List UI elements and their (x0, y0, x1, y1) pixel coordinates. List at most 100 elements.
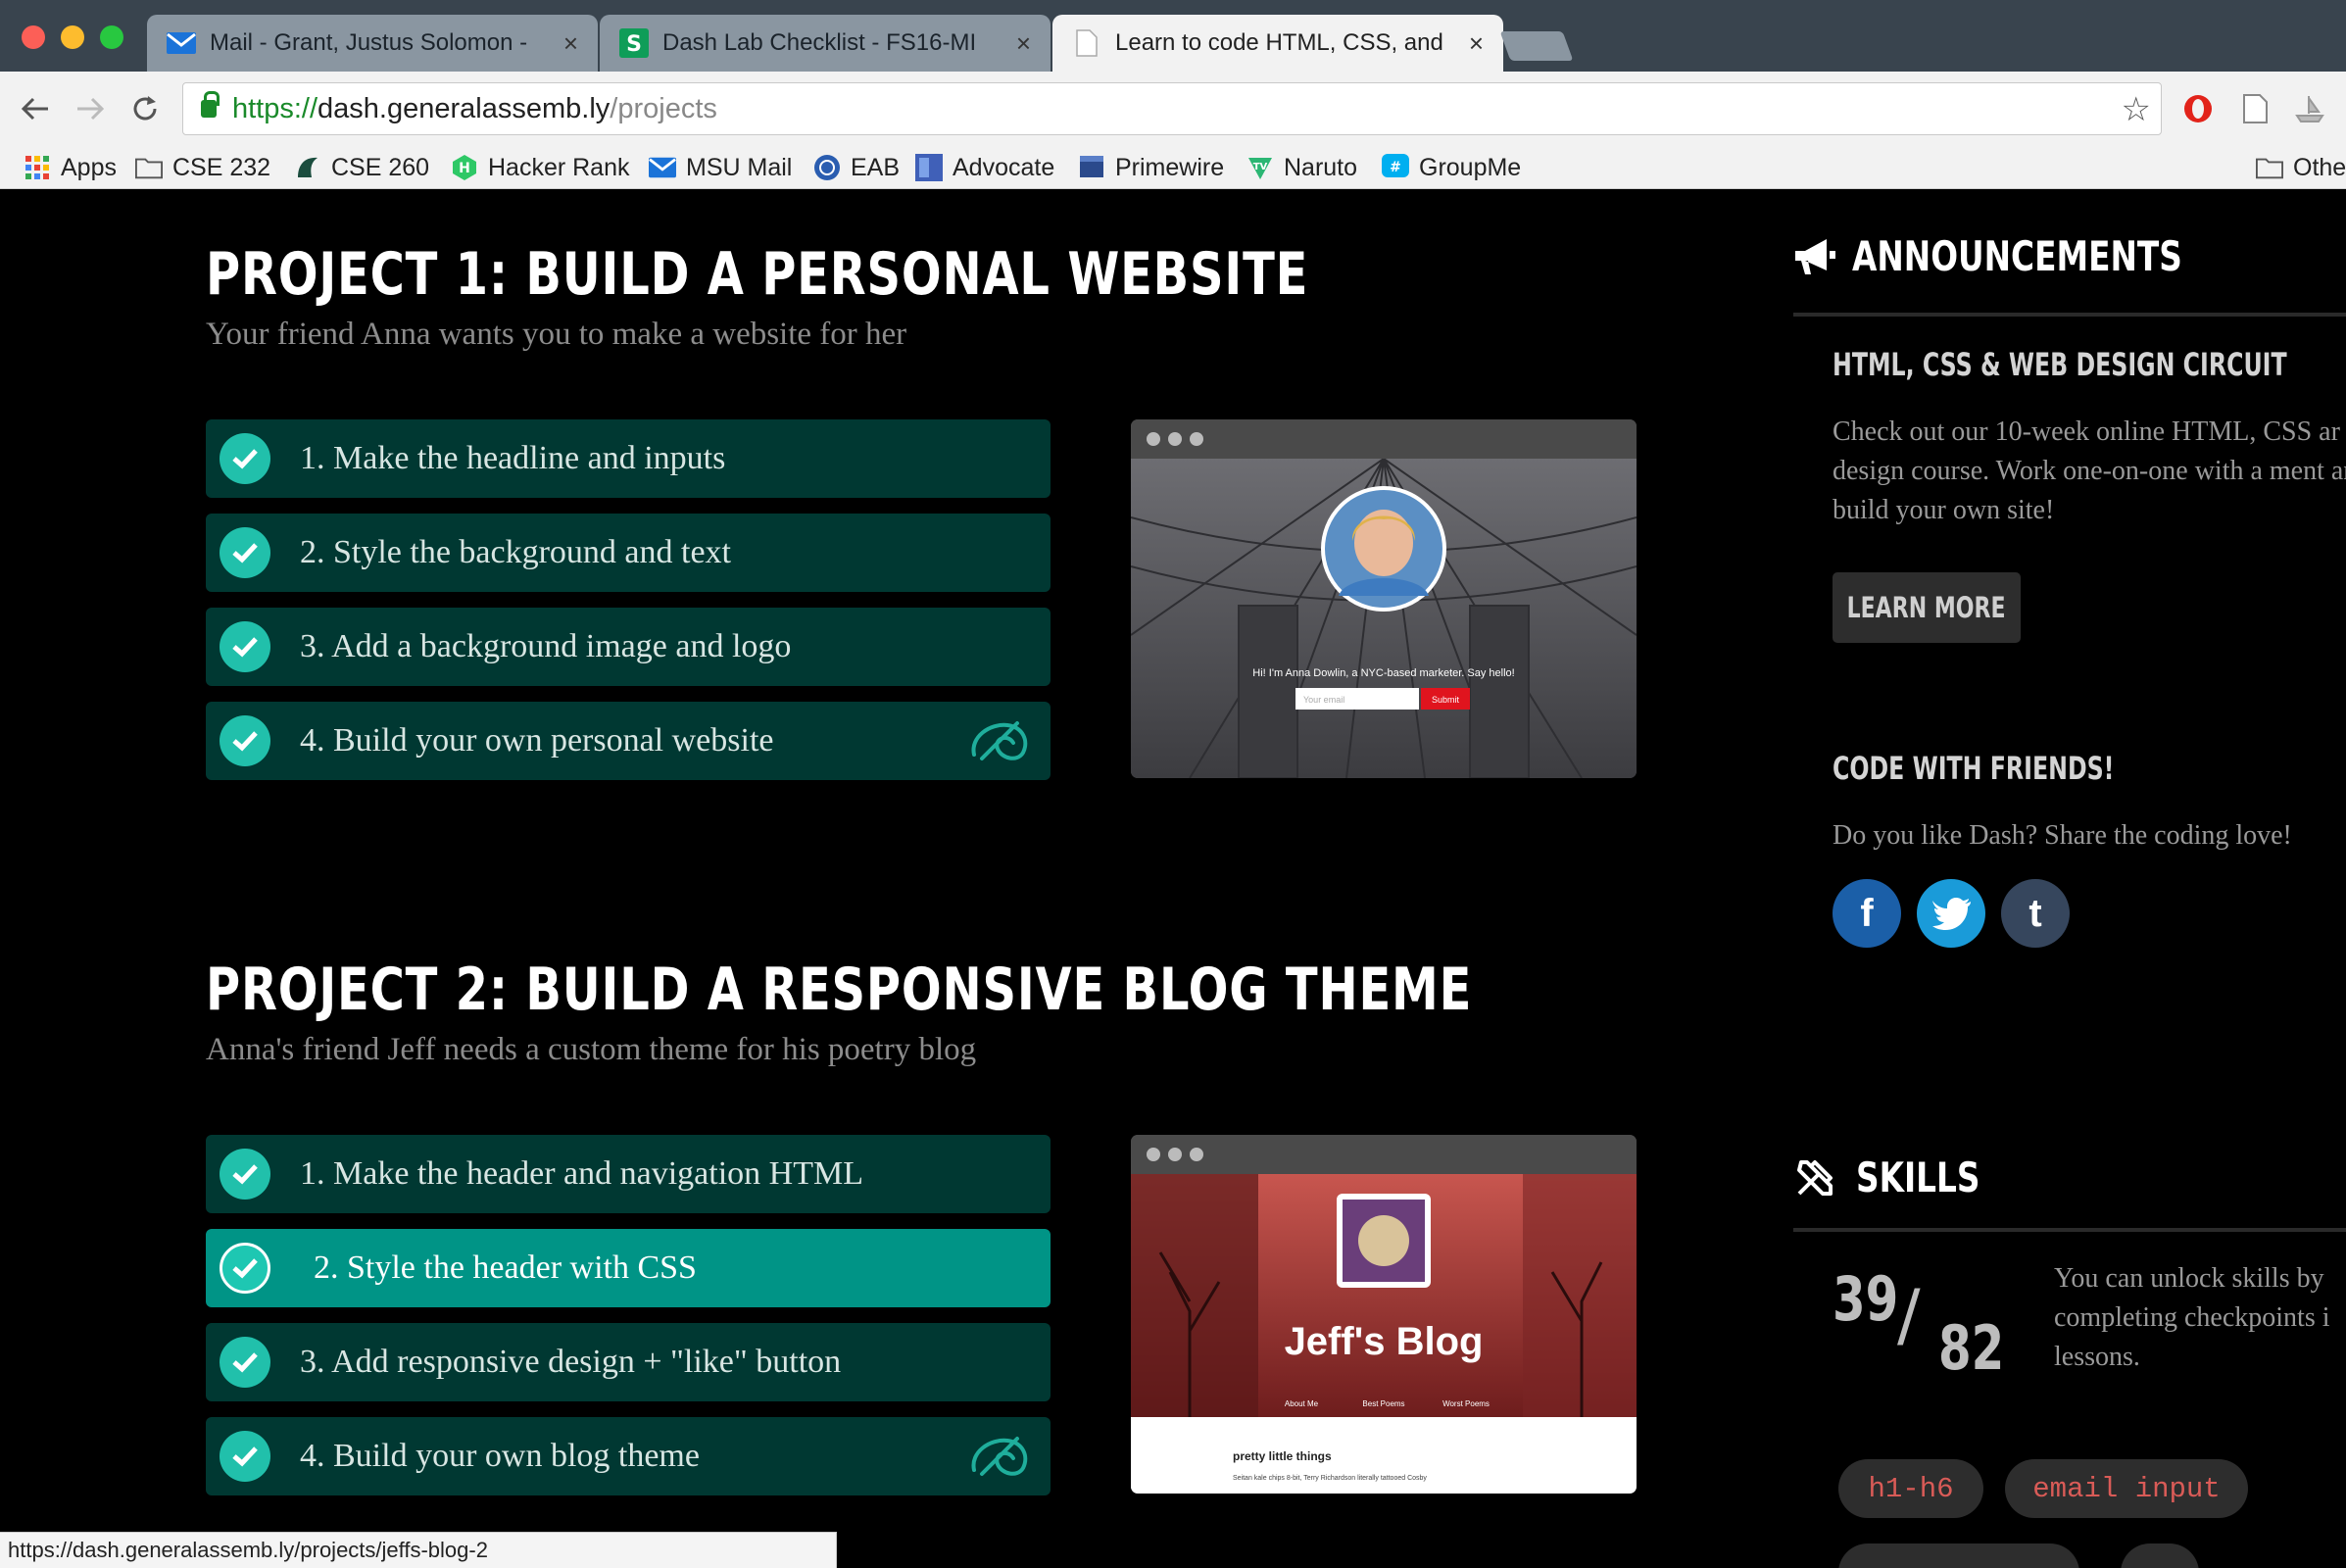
project-2-title: PROJECT 2: BUILD A RESPONSIVE BLOG THEME (206, 956, 1473, 1024)
project-1-step-2[interactable]: 2. Style the background and text (206, 514, 1051, 592)
code-with-friends-title: CODE WITH FRIENDS! (1833, 750, 2115, 787)
announcement-title: HTML, CSS & WEB DESIGN CIRCUIT (1833, 346, 2287, 383)
project-1-subtitle: Your friend Anna wants you to make a web… (206, 317, 907, 352)
bookmark-other[interactable]: Othe (2256, 148, 2346, 187)
announcement-text: Check out our 10-week online HTML, CSS a… (1833, 416, 2346, 525)
tab-mail[interactable]: Mail - Grant, Justus Solomon - × (147, 15, 598, 72)
bookmark-eab[interactable]: EAB (813, 148, 900, 187)
checkmark-icon (220, 1243, 270, 1294)
preview-window-bar (1131, 1135, 1637, 1174)
tumblr-icon: t (2028, 891, 2042, 935)
checkmark-icon (220, 1149, 270, 1200)
bookmark-label: Advocate (953, 153, 1055, 181)
checkmark-icon (220, 527, 270, 578)
dash-badge-icon (971, 721, 1028, 760)
bookmarks-bar: Apps CSE 232 CSE 260 H Hacker Rank MSU Ma… (0, 146, 2346, 189)
skill-tag[interactable] (1838, 1544, 2079, 1568)
forward-icon[interactable] (71, 89, 110, 128)
skills-slash: / (1897, 1275, 1921, 1355)
bookmark-label: Primewire (1115, 153, 1225, 181)
preview-post-title: pretty little things (1233, 1449, 1332, 1463)
divider (1793, 1228, 2346, 1232)
bookmark-apps[interactable]: Apps (24, 148, 117, 187)
groupme-icon: # (1382, 154, 1409, 181)
spreadsheet-icon: S (619, 28, 649, 58)
new-tab-button[interactable] (1499, 31, 1574, 61)
bookmark-cse-260[interactable]: CSE 260 (294, 148, 429, 187)
reload-icon[interactable] (125, 89, 165, 128)
checkmark-icon (220, 433, 270, 484)
announcements-heading: ANNOUNCEMENTS (1793, 232, 2275, 280)
url-host: dash.generalassemb.ly (318, 92, 611, 124)
svg-text:TV: TV (1253, 162, 1268, 172)
close-tab-icon[interactable]: × (1016, 28, 1031, 59)
svg-text:S: S (626, 32, 642, 57)
folder-icon (2256, 154, 2283, 181)
skill-tag-h1-h6[interactable]: h1-h6 (1838, 1459, 1983, 1518)
project-1-preview[interactable]: Hi! I'm Anna Dowlin, a NYC-based markete… (1131, 419, 1637, 778)
divider (1793, 313, 2346, 317)
step-label: 1. Make the header and navigation HTML (300, 1155, 863, 1192)
bookmark-label: MSU Mail (686, 153, 793, 181)
preview-nav-2: Best Poems (1362, 1399, 1404, 1408)
project-1-step-4[interactable]: 4. Build your own personal website (206, 702, 1051, 780)
project-2-step-2[interactable]: 2. Style the header with CSS (206, 1229, 1051, 1307)
project-1-step-3[interactable]: 3. Add a background image and logo (206, 608, 1051, 686)
hackerrank-icon: H (451, 154, 478, 181)
bookmark-cse-232[interactable]: CSE 232 (135, 148, 270, 187)
project-2-step-3[interactable]: 3. Add responsive design + "like" button (206, 1323, 1051, 1401)
skills-heading-text: SKILLS (1856, 1153, 1980, 1201)
secure-lock-icon (201, 91, 220, 118)
bookmark-star-icon[interactable]: ☆ (2122, 90, 2151, 129)
close-tab-icon[interactable]: × (563, 28, 578, 59)
back-icon[interactable] (16, 89, 55, 128)
ship-extension-icon[interactable] (2293, 92, 2326, 125)
bookmark-naruto[interactable]: TV Naruto (1246, 148, 1357, 187)
facebook-share-button[interactable]: f (1833, 879, 1901, 948)
learn-more-button[interactable]: LEARN MORE (1833, 572, 2021, 643)
checkmark-icon (220, 1431, 270, 1482)
zoom-window-button[interactable] (100, 25, 123, 49)
checkmark-icon (220, 1337, 270, 1388)
close-tab-icon[interactable]: × (1469, 28, 1484, 59)
bookmark-label: Apps (61, 153, 117, 181)
preview-email-placeholder: Your email (1303, 695, 1344, 705)
preview-nav-1: About Me (1285, 1399, 1319, 1408)
megaphone-icon (1795, 238, 1835, 274)
bookmark-advocate[interactable]: Advocate (915, 148, 1054, 187)
url-path: /projects (610, 92, 717, 124)
step-label: 1. Make the headline and inputs (300, 440, 726, 476)
announcements-heading-text: ANNOUNCEMENTS (1852, 232, 2182, 280)
mail-icon (167, 28, 196, 58)
code-with-friends-text: Do you like Dash? Share the coding love! (1833, 820, 2292, 851)
project-1-step-1[interactable]: 1. Make the headline and inputs (206, 419, 1051, 498)
film-icon (1078, 154, 1105, 181)
tools-icon (1797, 1159, 1833, 1196)
checkmark-icon (220, 621, 270, 672)
bookmark-label: Othe (2293, 153, 2346, 181)
bookmark-hacker-rank[interactable]: H Hacker Rank (451, 148, 630, 187)
document-extension-icon[interactable] (2238, 92, 2272, 125)
preview-blog-title: Jeff's Blog (1285, 1320, 1484, 1363)
project-2-step-1[interactable]: 1. Make the header and navigation HTML (206, 1135, 1051, 1213)
tumblr-share-button[interactable]: t (2001, 879, 2070, 948)
checkmark-icon (220, 715, 270, 766)
skill-tag-email-input[interactable]: email input (2005, 1459, 2248, 1518)
project-2-preview[interactable]: Jeff's Blog About Me Best Poems Worst Po… (1131, 1135, 1637, 1494)
project-2-step-4[interactable]: 4. Build your own blog theme (206, 1417, 1051, 1495)
twitter-share-button[interactable] (1917, 879, 1985, 948)
tab-dash-lab-checklist[interactable]: S Dash Lab Checklist - FS16-MI × (600, 15, 1051, 72)
tab-learn-to-code[interactable]: Learn to code HTML, CSS, and × (1052, 15, 1503, 72)
bookmark-label: EAB (851, 153, 901, 181)
bookmark-primewire[interactable]: Primewire (1078, 148, 1224, 187)
bookmark-groupme[interactable]: # GroupMe (1382, 148, 1521, 187)
bookmark-msu-mail[interactable]: MSU Mail (649, 148, 792, 187)
address-bar[interactable]: https://dash.generalassemb.ly/projects ☆ (182, 82, 2162, 135)
eab-icon (813, 154, 841, 181)
project-2-subtitle: Anna's friend Jeff needs a custom theme … (206, 1032, 977, 1067)
minimize-window-button[interactable] (61, 25, 84, 49)
tv-icon: TV (1246, 154, 1274, 181)
opera-extension-icon[interactable] (2181, 92, 2215, 125)
skill-tag[interactable] (2121, 1544, 2199, 1568)
close-window-button[interactable] (22, 25, 45, 49)
